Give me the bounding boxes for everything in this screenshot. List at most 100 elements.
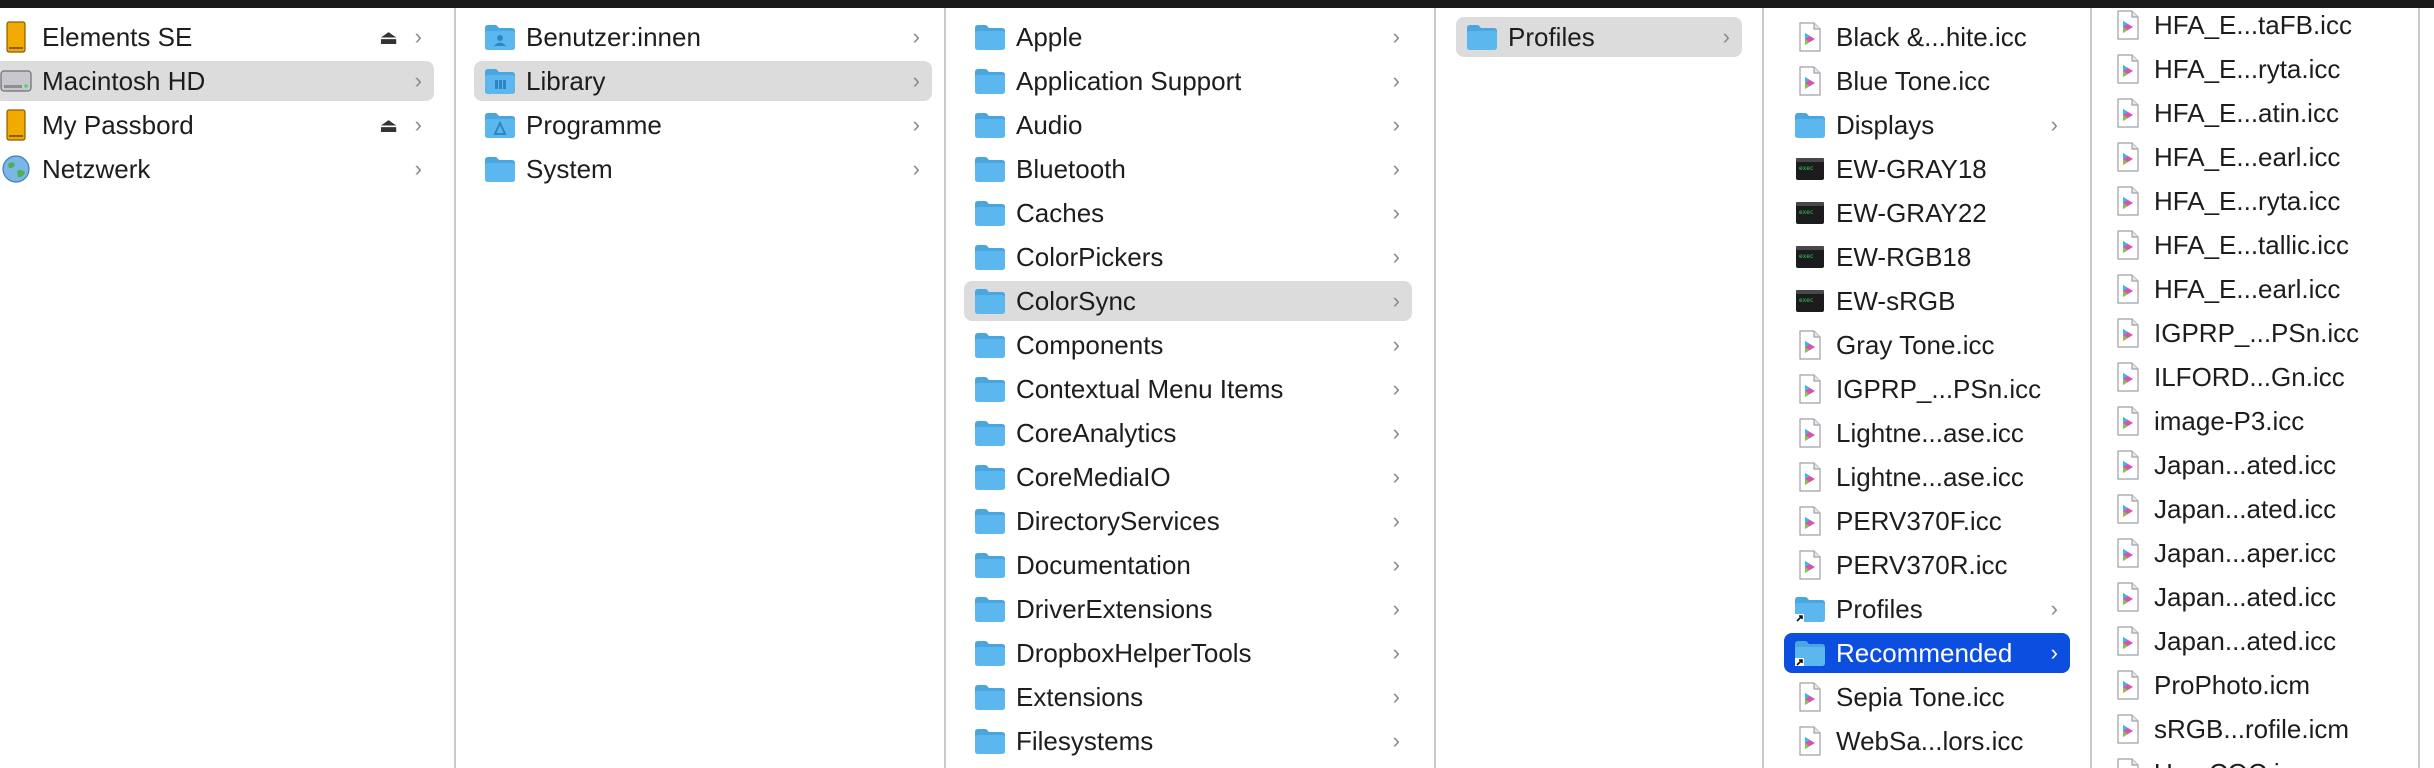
alias-folder-icon xyxy=(1794,637,1826,669)
eject-icon[interactable]: ⏏ xyxy=(379,113,398,138)
item-label: Blue Tone.icc xyxy=(1836,65,1991,96)
file-item-profiles[interactable]: Profiles › xyxy=(1784,589,2070,629)
sidebar-location-my-passbord[interactable]: My Passbord ⏏ › xyxy=(0,105,434,145)
file-item-igprp-psn-icc[interactable]: IGPRP_...PSn.icc xyxy=(2102,313,2402,353)
folder-item-bluetooth[interactable]: Bluetooth › xyxy=(964,149,1412,189)
svg-text:exec: exec xyxy=(1799,209,1814,216)
column-divider[interactable] xyxy=(2418,8,2420,768)
file-item-u-coc-icc[interactable]: U.....COC.icc xyxy=(2102,753,2402,768)
folder-item-application-support[interactable]: Application Support › xyxy=(964,61,1412,101)
folder-item-library[interactable]: Library › xyxy=(474,61,932,101)
file-item-japan-ated-icc[interactable]: Japan...ated.icc xyxy=(2102,577,2402,617)
file-item-hfa-e-atin-icc[interactable]: HFA_E...atin.icc xyxy=(2102,93,2402,133)
item-label: Bluetooth xyxy=(1016,153,1126,184)
chevron-right-icon: › xyxy=(414,156,422,181)
folder-item-extensions[interactable]: Extensions › xyxy=(964,677,1412,717)
file-item-image-p3-icc[interactable]: image-P3.icc xyxy=(2102,401,2402,441)
window-top-edge xyxy=(0,0,2434,8)
file-item-perv370r-icc[interactable]: PERV370R.icc xyxy=(1784,545,2070,585)
file-item-blue-tone-icc[interactable]: Blue Tone.icc xyxy=(1784,61,2070,101)
file-item-lightne-ase-icc[interactable]: Lightne...ase.icc xyxy=(1784,457,2070,497)
external-drive-icon xyxy=(0,109,32,141)
item-label: Gray Tone.icc xyxy=(1836,329,1995,360)
folder-item-profiles[interactable]: Profiles › xyxy=(1456,17,1742,57)
file-item-recommended[interactable]: Recommended › xyxy=(1784,633,2070,673)
folder-item-benutzer-innen[interactable]: Benutzer:innen › xyxy=(474,17,932,57)
chevron-right-icon: › xyxy=(1392,552,1400,577)
applications-folder-icon xyxy=(484,109,516,141)
icc-profile-icon xyxy=(2112,449,2144,481)
file-item-lightne-ase-icc[interactable]: Lightne...ase.icc xyxy=(1784,413,2070,453)
chevron-right-icon: › xyxy=(1392,288,1400,313)
folder-icon xyxy=(1794,109,1826,141)
folder-item-driverextensions[interactable]: DriverExtensions › xyxy=(964,589,1412,629)
file-item-hfa-e-earl-icc[interactable]: HFA_E...earl.icc xyxy=(2102,137,2402,177)
column-macintosh-hd[interactable]: Benutzer:innen › Library › Programme › System › xyxy=(456,8,944,768)
folder-item-caches[interactable]: Caches › xyxy=(964,193,1412,233)
file-item-hfa-e-ryta-icc[interactable]: HFA_E...ryta.icc xyxy=(2102,181,2402,221)
file-item-ew-gray22[interactable]: exec EW-GRAY22 xyxy=(1784,193,2070,233)
item-label: Contextual Menu Items xyxy=(1016,373,1284,404)
folder-item-audio[interactable]: Audio › xyxy=(964,105,1412,145)
folder-icon xyxy=(974,241,1006,273)
folder-item-contextual-menu-items[interactable]: Contextual Menu Items › xyxy=(964,369,1412,409)
folder-item-colorsync[interactable]: ColorSync › xyxy=(964,281,1412,321)
item-label: Lightne...ase.icc xyxy=(1836,461,2024,492)
file-item-japan-ated-icc[interactable]: Japan...ated.icc xyxy=(2102,489,2402,529)
folder-item-programme[interactable]: Programme › xyxy=(474,105,932,145)
folder-icon xyxy=(974,197,1006,229)
file-item-ilford-gn-icc[interactable]: ILFORD...Gn.icc xyxy=(2102,357,2402,397)
folder-item-components[interactable]: Components › xyxy=(964,325,1412,365)
folder-item-system[interactable]: System › xyxy=(474,149,932,189)
folder-item-apple[interactable]: Apple › xyxy=(964,17,1412,57)
file-item-black-hite-icc[interactable]: Black &...hite.icc xyxy=(1784,17,2070,57)
folder-item-coreanalytics[interactable]: CoreAnalytics › xyxy=(964,413,1412,453)
folder-icon xyxy=(974,593,1006,625)
file-item-japan-ated-icc[interactable]: Japan...ated.icc xyxy=(2102,445,2402,485)
folder-item-filesystems[interactable]: Filesystems › xyxy=(964,721,1412,761)
item-label: Elements SE xyxy=(42,21,193,52)
icc-profile-icon xyxy=(2112,9,2144,41)
item-label: U.....COC.icc xyxy=(2154,758,2306,768)
file-item-hfa-e-ryta-icc[interactable]: HFA_E...ryta.icc xyxy=(2102,49,2402,89)
column-profiles[interactable]: Black &...hite.icc Blue Tone.icc Displays ›… xyxy=(1764,8,2090,768)
folder-item-dropboxhelpertools[interactable]: DropboxHelperTools › xyxy=(964,633,1412,673)
file-item-japan-ated-icc[interactable]: Japan...ated.icc xyxy=(2102,621,2402,661)
file-item-hfa-e-tafb-icc[interactable]: HFA_E...taFB.icc xyxy=(2102,8,2402,45)
column-recommended[interactable]: HFA_E...taFB.icc HFA_E...ryta.icc HFA_E...… xyxy=(2092,8,2418,768)
file-item-websa-lors-icc[interactable]: WebSa...lors.icc xyxy=(1784,721,2070,761)
item-label: CoreMediaIO xyxy=(1016,461,1171,492)
sidebar-location-elements-se[interactable]: Elements SE ⏏ › xyxy=(0,17,434,57)
folder-item-coremediaio[interactable]: CoreMediaIO › xyxy=(964,457,1412,497)
file-item-ew-rgb18[interactable]: exec EW-RGB18 xyxy=(1784,237,2070,277)
file-item-japan-aper-icc[interactable]: Japan...aper.icc xyxy=(2102,533,2402,573)
sidebar-location-netzwerk[interactable]: Netzwerk › xyxy=(0,149,434,189)
finder-column-browser: Elements SE ⏏ › Macintosh HD › My Passbord ⏏ › N… xyxy=(0,8,2434,768)
file-item-prophoto-icm[interactable]: ProPhoto.icm xyxy=(2102,665,2402,705)
chevron-right-icon: › xyxy=(1722,24,1730,49)
file-item-hfa-e-earl-icc[interactable]: HFA_E...earl.icc xyxy=(2102,269,2402,309)
column-colorsync[interactable]: Profiles › xyxy=(1436,8,1762,768)
file-item-ew-srgb[interactable]: exec EW-sRGB xyxy=(1784,281,2070,321)
folder-item-colorpickers[interactable]: ColorPickers › xyxy=(964,237,1412,277)
column-locations[interactable]: Elements SE ⏏ › Macintosh HD › My Passbord ⏏ › N… xyxy=(0,8,454,768)
column-library[interactable]: Apple › Application Support › Audio › Bluetoot… xyxy=(946,8,1434,768)
file-item-ew-gray18[interactable]: exec EW-GRAY18 xyxy=(1784,149,2070,189)
file-item-gray-tone-icc[interactable]: Gray Tone.icc xyxy=(1784,325,2070,365)
sidebar-location-macintosh-hd[interactable]: Macintosh HD › xyxy=(0,61,434,101)
file-item-perv370f-icc[interactable]: PERV370F.icc xyxy=(1784,501,2070,541)
item-label: HFA_E...ryta.icc xyxy=(2154,53,2341,84)
chevron-right-icon: › xyxy=(1392,640,1400,665)
file-item-hfa-e-tallic-icc[interactable]: HFA_E...tallic.icc xyxy=(2102,225,2402,265)
eject-icon[interactable]: ⏏ xyxy=(379,25,398,50)
file-item-displays[interactable]: Displays › xyxy=(1784,105,2070,145)
file-item-srgb-rofile-icm[interactable]: sRGB...rofile.icm xyxy=(2102,709,2402,749)
file-item-igprp-psn-icc[interactable]: IGPRP_...PSn.icc xyxy=(1784,369,2070,409)
folder-item-directoryservices[interactable]: DirectoryServices › xyxy=(964,501,1412,541)
item-label: Japan...ated.icc xyxy=(2154,493,2337,524)
folder-item-documentation[interactable]: Documentation › xyxy=(964,545,1412,585)
item-label: PERV370F.icc xyxy=(1836,505,2002,536)
file-item-sepia-tone-icc[interactable]: Sepia Tone.icc xyxy=(1784,677,2070,717)
folder-icon xyxy=(1466,21,1498,53)
icc-profile-icon xyxy=(1794,65,1826,97)
